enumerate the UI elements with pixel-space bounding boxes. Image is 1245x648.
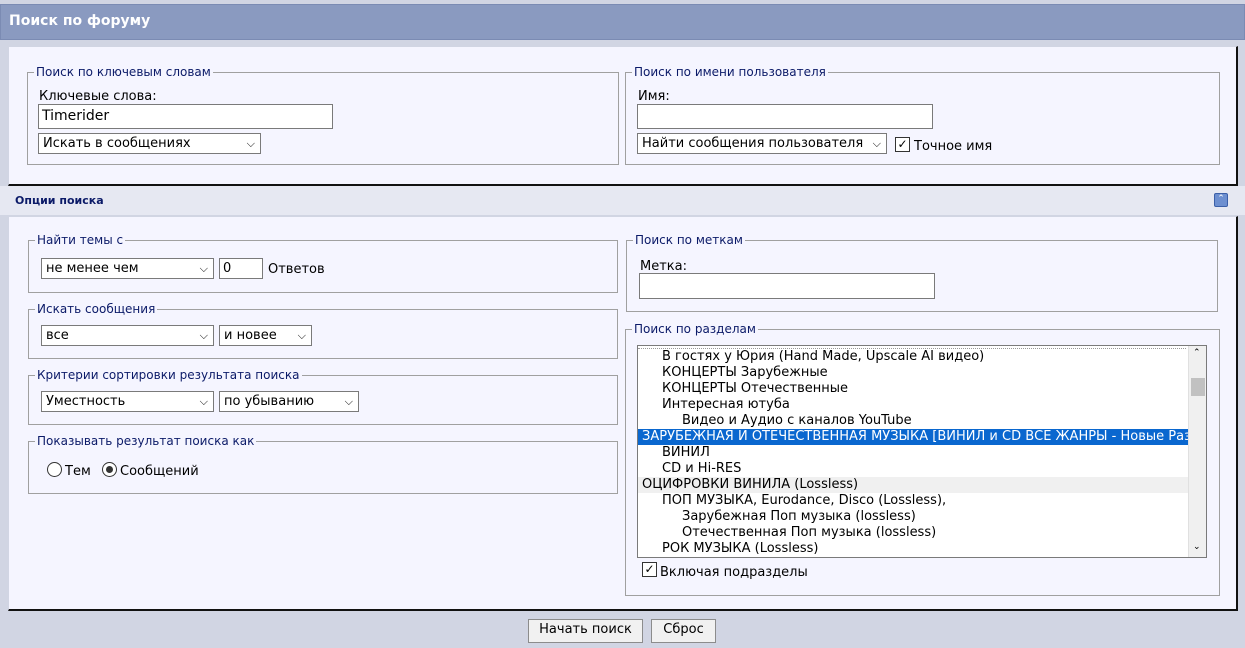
page-header: Поиск по форуму xyxy=(0,4,1245,40)
display-posts-label: Сообщений xyxy=(120,464,199,479)
section-list-item[interactable]: ЗАРУБЕЖНАЯ И ОТЕЧЕСТВЕННАЯ МУЗЫКА [ВИНИЛ… xyxy=(638,429,1190,445)
sections-listbox[interactable]: В гостях у Юрия (Hand Made, Upscale AI в… xyxy=(637,345,1207,558)
collapse-icon[interactable]: ⌃ xyxy=(1214,193,1228,207)
chevron-down-icon: ⌵ xyxy=(872,137,881,150)
scroll-up-icon[interactable]: ⌃ xyxy=(1193,348,1201,358)
chevron-down-icon: ⌵ xyxy=(199,329,208,342)
search-criteria-panel: Поиск по ключевым словам Ключевые слова:… xyxy=(8,46,1238,186)
sort-field-select[interactable]: Уместность ⌵ xyxy=(41,391,214,412)
tags-label: Метка: xyxy=(640,259,687,274)
chevron-down-icon: ⌵ xyxy=(246,137,255,150)
threads-unit-label: Ответов xyxy=(268,262,325,277)
posts-legend: Искать сообщения xyxy=(37,302,156,316)
scroll-thumb[interactable] xyxy=(1191,378,1205,396)
section-list-item[interactable]: Отечественная Поп музыка (lossless) xyxy=(638,525,1206,541)
user-mode-select[interactable]: Найти сообщения пользователя ⌵ xyxy=(637,133,887,154)
start-search-button[interactable]: Начать поиск xyxy=(528,619,643,643)
section-list-item[interactable]: РОК МУЗЫКА (Lossless) xyxy=(638,541,1206,557)
search-options-title: Опции поиска xyxy=(15,194,104,207)
section-list-item[interactable]: Зарубежная Поп музыка (lossless) xyxy=(638,509,1206,525)
chevron-down-icon: ⌵ xyxy=(199,262,208,275)
reset-button[interactable]: Сброс xyxy=(651,619,716,643)
posts-period-value: все xyxy=(46,328,69,343)
sort-field-value: Уместность xyxy=(46,394,126,409)
exact-name-label: Точное имя xyxy=(914,139,993,154)
posts-direction-select[interactable]: и новее ⌵ xyxy=(219,325,312,346)
tags-input[interactable] xyxy=(639,273,935,299)
display-threads-label: Тем xyxy=(65,464,91,479)
keywords-scope-select[interactable]: Искать в сообщениях ⌵ xyxy=(38,133,261,154)
display-legend: Показывать результат поиска как xyxy=(37,434,255,448)
threads-legend: Найти темы с xyxy=(37,233,124,247)
keywords-input[interactable]: Timerider xyxy=(38,104,333,129)
search-options-bar[interactable]: Опции поиска xyxy=(0,186,1245,215)
scroll-down-icon[interactable]: ⌄ xyxy=(1193,542,1201,552)
sort-order-value: по убыванию xyxy=(224,394,315,409)
posts-direction-value: и новее xyxy=(224,328,277,343)
keywords-label: Ключевые слова: xyxy=(39,89,157,104)
section-list-item[interactable]: Интересная ютуба xyxy=(638,397,1206,413)
section-list-item[interactable]: ПОП МУЗЫКА, Eurodance, Disco (Lossless), xyxy=(638,493,1206,509)
tags-legend: Поиск по меткам xyxy=(635,233,743,247)
sort-order-select[interactable]: по убыванию ⌵ xyxy=(219,391,359,412)
chevron-down-icon: ⌵ xyxy=(297,329,306,342)
posts-period-select[interactable]: все ⌵ xyxy=(41,325,214,346)
page-title: Поиск по форуму xyxy=(9,13,151,29)
keywords-scope-value: Искать в сообщениях xyxy=(43,136,191,151)
chevron-down-icon: ⌵ xyxy=(199,395,208,408)
chevron-down-icon: ⌵ xyxy=(344,395,353,408)
sections-legend: Поиск по разделам xyxy=(634,322,756,336)
section-list-item[interactable]: ОЦИФРОВКИ ВИНИЛА (Lossless) xyxy=(638,477,1190,493)
section-list-item[interactable]: КОНЦЕРТЫ Зарубежные xyxy=(638,365,1206,381)
section-list-item[interactable]: В гостях у Юрия (Hand Made, Upscale AI в… xyxy=(638,349,1206,365)
section-list-item[interactable]: Видео и Аудио с каналов YouTube xyxy=(638,413,1206,429)
threads-count-input[interactable]: 0 xyxy=(219,258,263,279)
sort-legend: Критерии сортировки результата поиска xyxy=(37,368,300,382)
user-name-input[interactable] xyxy=(637,104,933,129)
threads-mode-value: не менее чем xyxy=(46,261,139,276)
section-list-item[interactable]: CD и Hi-RES xyxy=(638,461,1206,477)
keywords-legend: Поиск по ключевым словам xyxy=(36,65,211,79)
user-legend: Поиск по имени пользователя xyxy=(634,65,826,79)
user-label: Имя: xyxy=(638,89,670,104)
user-mode-value: Найти сообщения пользователя xyxy=(642,136,864,151)
include-subsections-checkbox[interactable]: ✓ xyxy=(642,562,657,577)
threads-mode-select[interactable]: не менее чем ⌵ xyxy=(41,258,214,279)
section-list-item[interactable]: КОНЦЕРТЫ Отечественные xyxy=(638,381,1206,397)
list-scrollbar[interactable]: ⌃ ⌄ xyxy=(1188,346,1206,557)
section-list-item[interactable]: ВИНИЛ xyxy=(638,445,1206,461)
display-threads-radio[interactable] xyxy=(47,462,62,477)
display-posts-radio[interactable] xyxy=(102,462,117,477)
include-subsections-label: Включая подразделы xyxy=(660,565,808,580)
exact-name-checkbox[interactable]: ✓ xyxy=(895,137,910,152)
display-fieldset: Показывать результат поиска как xyxy=(28,434,618,494)
